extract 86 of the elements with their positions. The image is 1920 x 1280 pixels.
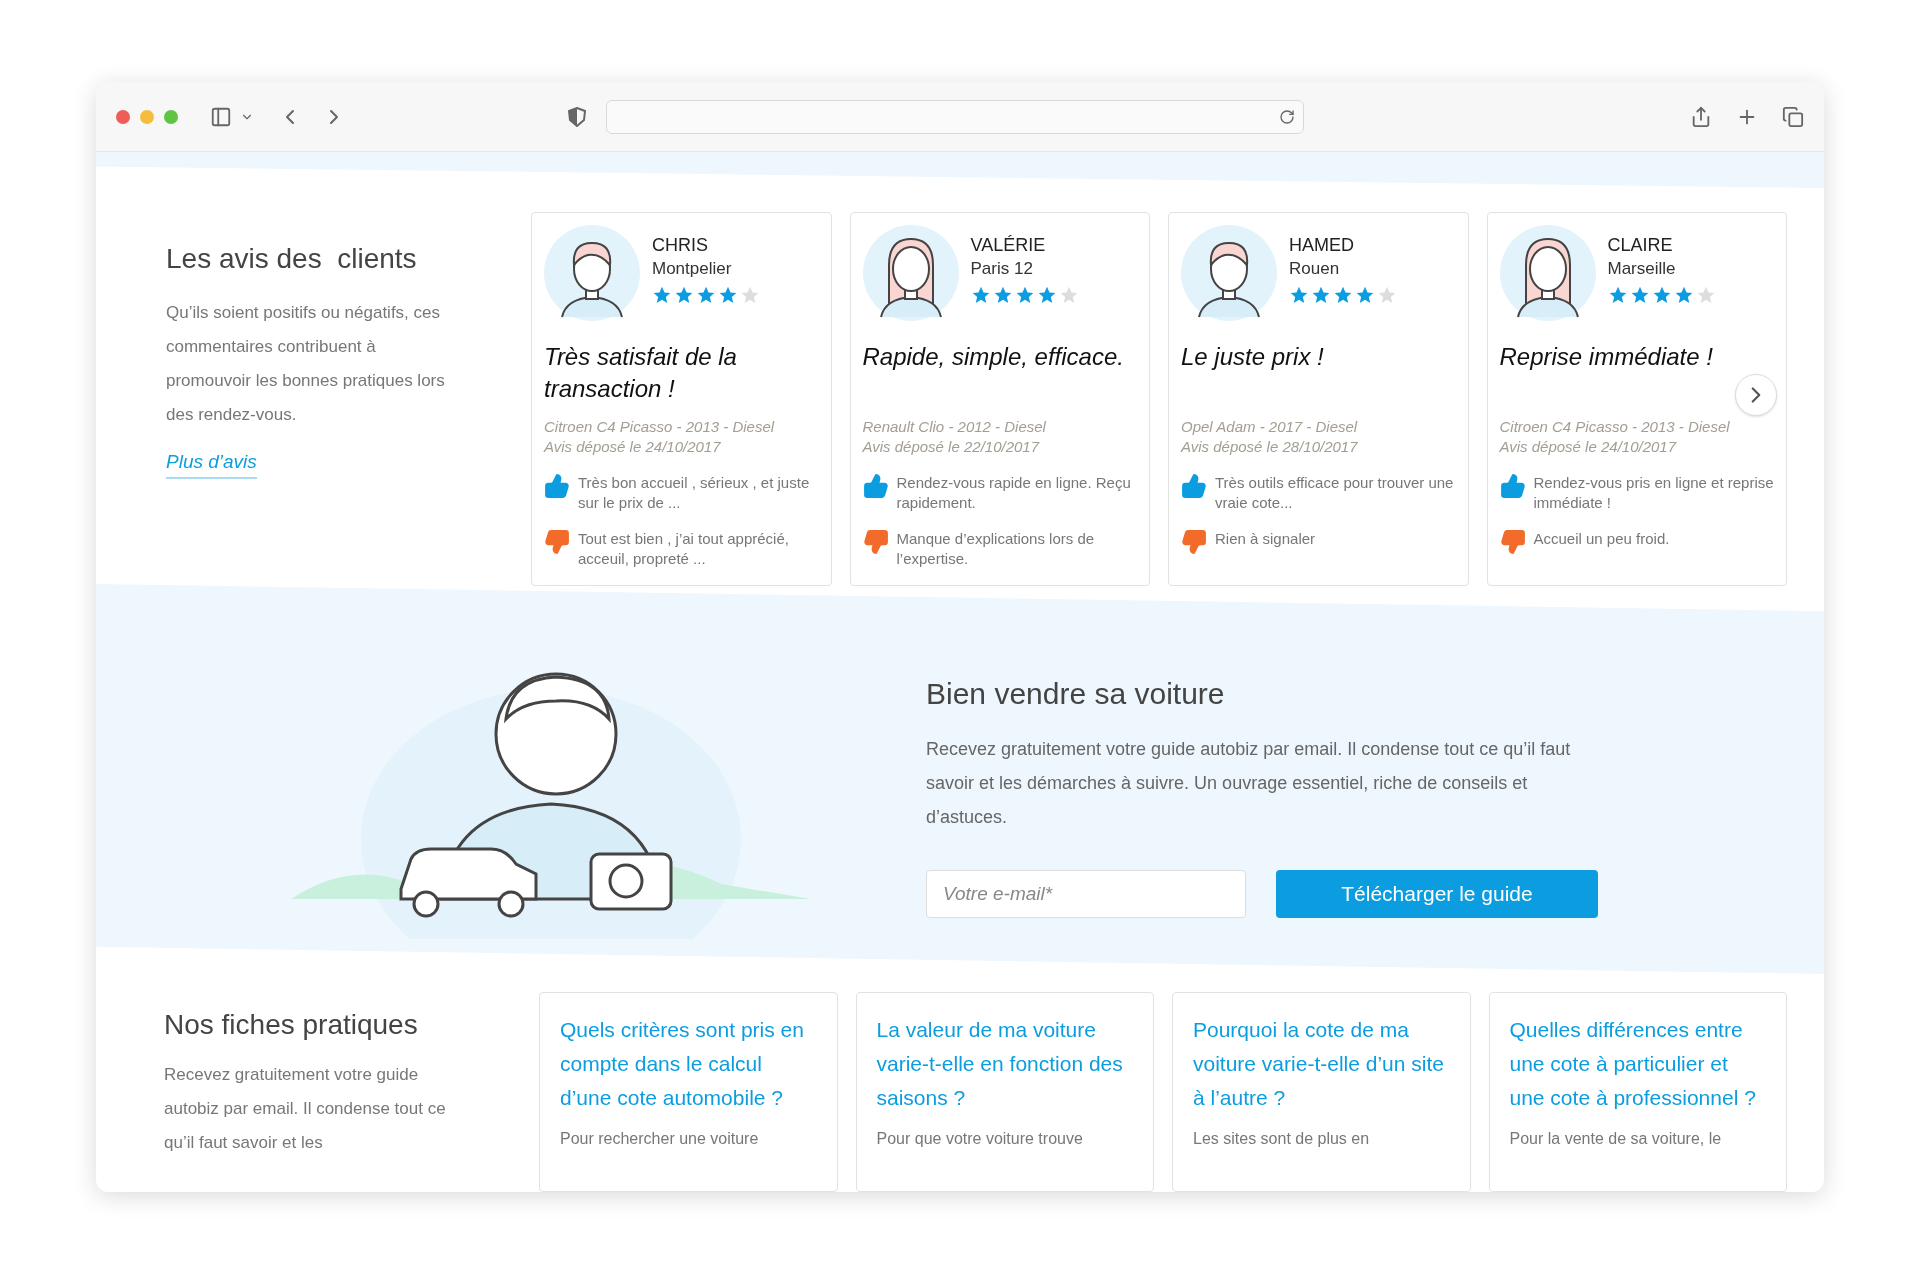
- guide-card[interactable]: La valeur de ma voiture varie-t-elle en fonction des saisons ? Pour que votre voiture trouve: [855, 992, 1154, 1192]
- thumbs-up-icon: [1499, 473, 1526, 499]
- guide-card-excerpt: Pour que votre voiture trouve: [876, 1129, 1084, 1149]
- download-guide-button[interactable]: Télécharger le guide: [1276, 869, 1598, 918]
- share-icon[interactable]: [1690, 105, 1712, 128]
- avatar-icon: [1181, 225, 1277, 321]
- star-icon: [970, 285, 991, 305]
- vehicle-info: Citroen C4 Picasso - 2013 - Diesel: [544, 417, 776, 437]
- reviewer-name: CLAIRE: [1607, 234, 1674, 257]
- avatar-icon: [862, 225, 959, 321]
- reviewer-name: CHRIS: [652, 234, 709, 257]
- thumbs-up-icon: [1181, 473, 1207, 499]
- more-reviews-link[interactable]: Plus d’avis: [166, 448, 257, 479]
- section-title: Les avis des clients: [166, 242, 418, 276]
- guide-card-excerpt: Pour la vente de sa voiture, le: [1509, 1129, 1723, 1149]
- pro-comment: Rendez-vous rapide en ligne. Reçu rapidement.: [896, 473, 1132, 513]
- star-icon: [1058, 285, 1079, 305]
- thumbs-down-icon: [1499, 529, 1526, 555]
- avatar-icon: [1499, 225, 1596, 321]
- review-date: Avis déposé le 28/10/2017: [1181, 437, 1359, 457]
- thumbs-down-icon: [862, 529, 889, 555]
- email-field[interactable]: Votre e-mail*: [926, 869, 1246, 918]
- con-comment: Accueil un peu froid.: [1533, 529, 1670, 549]
- star-icon: [740, 285, 760, 305]
- star-icon: [652, 285, 672, 305]
- guide-card-excerpt: Les sites sont de plus en: [1193, 1129, 1371, 1149]
- avatar-icon: [544, 225, 640, 321]
- guide-card-title: Quelles différences entre une cote à particulier et une cote à professionnel ?: [1509, 1017, 1757, 1111]
- section-description: Qu’ils soient positifs ou négatifs, ces commentaires contribuent à promouvoir les bonnes pratiques lors des rendez-vous.: [166, 302, 446, 426]
- review-date: Avis déposé le 24/10/2017: [544, 437, 722, 457]
- thumbs-up-icon: [862, 473, 889, 499]
- thumbs-up-icon: [544, 473, 570, 499]
- star-icon: [1695, 285, 1716, 305]
- guide-card-title: Pourquoi la cote de ma voiture varie-t-elle d’un site à l’autre ?: [1193, 1017, 1445, 1111]
- review-date: Avis déposé le 24/10/2017: [1499, 437, 1678, 457]
- vehicle-info: Citroen C4 Picasso - 2013 - Diesel: [1499, 417, 1731, 437]
- guide-title: Bien vendre sa voiture: [926, 675, 1226, 712]
- pro-comment: Rendez-vous pris en ligne et reprise immédiate !: [1533, 473, 1774, 513]
- con-comment: Rien à signaler: [1215, 529, 1316, 549]
- review-date: Avis déposé le 22/10/2017: [862, 437, 1041, 457]
- star-icon: [1629, 285, 1650, 305]
- section-title: Nos fiches pratiques: [164, 1008, 419, 1042]
- con-comment: Manque d’explications lors de l’expertise.: [896, 529, 1096, 569]
- star-icon: [1036, 285, 1057, 305]
- review-title: Le juste prix !: [1181, 342, 1324, 372]
- thumbs-down-icon: [1181, 529, 1207, 555]
- shield-icon[interactable]: [568, 106, 586, 127]
- reviewer-city: Paris 12: [970, 258, 1034, 280]
- star-icon: [1333, 285, 1353, 305]
- vehicle-info: Opel Adam - 2017 - Diesel: [1181, 417, 1359, 437]
- pro-comment: Très bon accueil , sérieux , et juste sur le prix de ...: [578, 473, 811, 513]
- star-icon: [1607, 285, 1628, 305]
- star-icon: [696, 285, 716, 305]
- sidebar-icon[interactable]: [210, 105, 232, 128]
- review-title: Très satisfait de la transaction !: [544, 342, 738, 404]
- star-icon: [718, 285, 738, 305]
- reviewer-city: Marseille: [1607, 258, 1677, 280]
- star-icon: [1014, 285, 1035, 305]
- guide-card[interactable]: Pourquoi la cote de ma voiture varie-t-elle d’un site à l’autre ? Les sites sont de plus en: [1172, 992, 1471, 1192]
- guide-card[interactable]: Quels critères sont pris en compte dans le calcul d’une cote automobile ? Pour rechercher une voiture: [539, 992, 838, 1192]
- star-icon: [1289, 285, 1309, 305]
- vehicle-info: Renault Clio - 2012 - Diesel: [862, 417, 1047, 437]
- star-icon: [674, 285, 694, 305]
- star-icon: [1311, 285, 1331, 305]
- con-comment: Tout est bien , j’ai tout apprécié, acceuil, propreté ...: [578, 529, 790, 569]
- thumbs-down-icon: [544, 529, 570, 555]
- reviewer-name: VALÉRIE: [970, 234, 1047, 257]
- pro-comment: Très outils efficace pour trouver une vraie cote...: [1215, 473, 1455, 513]
- guide-card[interactable]: Quelles différences entre une cote à particulier et une cote à professionnel ? Pour la vente de sa voiture, le: [1488, 992, 1787, 1192]
- guide-card-excerpt: Pour rechercher une voiture: [560, 1129, 760, 1149]
- section-description: Recevez gratuitement votre guide autobiz par email. Il condense tout ce qu’il faut savoir et les: [164, 1064, 447, 1154]
- star-icon: [1355, 285, 1375, 305]
- guide-description: Recevez gratuitement votre guide autobiz par email. Il condense tout ce qu’il faut savoir et les démarches à suivre. Un ouvrage essentiel, riche de conseils et d’astuces.: [926, 737, 1572, 829]
- star-icon: [1377, 285, 1397, 305]
- tabs-icon[interactable]: [1782, 105, 1804, 128]
- reload-icon[interactable]: [1279, 108, 1295, 125]
- reviewer-name: HAMED: [1289, 234, 1355, 257]
- guide-card-title: Quels critères sont pris en compte dans le calcul d’une cote automobile ?: [560, 1017, 805, 1111]
- star-icon: [992, 285, 1013, 305]
- reviewer-city: Rouen: [1289, 258, 1341, 280]
- star-icon: [1651, 285, 1672, 305]
- review-title: Rapide, simple, efficace.: [862, 342, 1124, 372]
- star-icon: [1673, 285, 1694, 305]
- reviewer-city: Montpelier: [652, 258, 733, 280]
- guide-card-title: La valeur de ma voiture varie-t-elle en fonction des saisons ?: [876, 1017, 1124, 1111]
- review-title: Reprise immédiate !: [1499, 342, 1713, 372]
